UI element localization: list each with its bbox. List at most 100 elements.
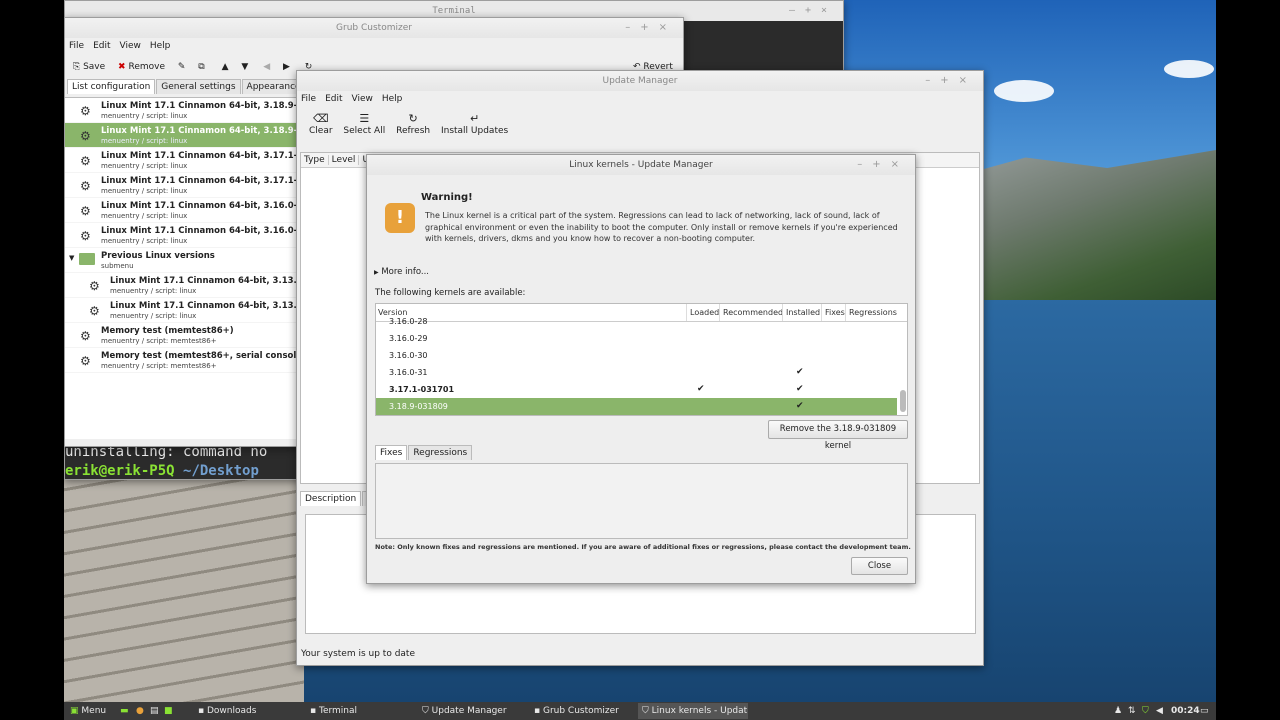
expander-icon: ▶ (374, 269, 379, 276)
remove-kernel-button[interactable]: Remove the 3.18.9-031809 kernel (768, 420, 908, 451)
table-row[interactable]: 3.17.1-031701 ✔ ✔ (376, 381, 897, 398)
kernel-version: 3.17.1-031701 (389, 385, 455, 394)
kernel-version: 3.18.9-031809 (389, 402, 448, 411)
prompt-user: erik@erik-P5Q (65, 463, 175, 479)
entry-type: menuentry / script: linux (101, 212, 188, 220)
refresh-button[interactable]: ↻ Refresh (396, 112, 430, 136)
more-info-expander[interactable]: ▶ More info... (374, 267, 429, 277)
terminal-launcher-icon[interactable]: ▤ (146, 703, 159, 719)
grub-icon: ▪ (534, 706, 541, 716)
move-down-icon[interactable]: ▼ (241, 62, 248, 72)
update-titlebar[interactable]: Update Manager –+× (297, 71, 983, 91)
clear-button[interactable]: ⌫ Clear (309, 112, 333, 136)
col-level[interactable]: Level (328, 155, 360, 165)
taskbar: ▣ Menu ▬ ● ▤ ■ ▪ Downloads ▪ Terminal ⛉ … (64, 702, 1216, 720)
terminal-output: uninstalling: command no erik@erik-P5Q ~… (65, 443, 267, 481)
kernels-titlebar[interactable]: Linux kernels - Update Manager –+× (367, 155, 915, 175)
col-type[interactable]: Type (301, 155, 329, 165)
select-all-button[interactable]: ☰ Select All (343, 112, 385, 136)
close-button[interactable]: Close (851, 557, 908, 575)
move-right-icon[interactable]: ▶ (283, 62, 290, 72)
menu-view[interactable]: View (120, 41, 141, 51)
kernels-dialog[interactable]: Linux kernels - Update Manager –+× ! Warn… (366, 154, 916, 584)
task-downloads[interactable]: ▪ Downloads (194, 703, 302, 719)
installed-check-icon: ✔ (796, 367, 804, 377)
gear-icon: ⚙ (80, 229, 91, 243)
menu-file[interactable]: File (301, 94, 316, 104)
terminal-title: Terminal (432, 6, 476, 16)
files-launcher-icon[interactable]: ■ (160, 703, 173, 719)
save-button[interactable]: ⎘ Save (73, 62, 105, 72)
task-update-manager[interactable]: ⛉ Update Manager (418, 703, 526, 719)
table-row[interactable]: 3.18.9-031809 ✔ (376, 398, 897, 415)
grub-titlebar[interactable]: Grub Customizer –+× (65, 18, 683, 38)
menu-view[interactable]: View (352, 94, 373, 104)
window-list-icon[interactable]: ▭ (1196, 703, 1209, 719)
cloud (994, 80, 1054, 102)
window-controls[interactable]: –+× (789, 1, 837, 21)
menu-button[interactable]: ▣ Menu (66, 703, 106, 719)
kernel-tabs: Fixes Regressions (375, 445, 473, 460)
save-icon: ⎘ (73, 62, 81, 72)
volume-icon[interactable]: ◀ (1152, 703, 1163, 719)
task-linux-kernels[interactable]: ⛉ Linux kernels - Updat... (638, 703, 748, 719)
entry-type: menuentry / script: linux (101, 162, 188, 170)
network-icon[interactable]: ⇅ (1124, 703, 1136, 719)
tab-description[interactable]: Description (300, 491, 362, 506)
tab-list-configuration[interactable]: List configuration (67, 79, 156, 94)
update-title: Update Manager (602, 76, 678, 86)
warning-icon: ! (385, 203, 415, 233)
kernel-list[interactable]: Version Loaded Recommended Installed Fix… (375, 303, 908, 416)
firefox-icon[interactable]: ● (132, 703, 144, 719)
terminal-icon: ▪ (310, 706, 317, 716)
kernel-version: 3.16.0-28 (389, 317, 428, 326)
folder-icon: ▪ (198, 706, 205, 716)
mint-logo-icon: ▣ (70, 706, 79, 716)
clock[interactable]: 00:24 (1167, 703, 1200, 719)
show-desktop-icon[interactable]: ▬ (116, 703, 129, 719)
window-controls[interactable]: –+× (857, 155, 909, 175)
kernel-version: 3.16.0-31 (389, 368, 428, 377)
window-controls[interactable]: –+× (625, 18, 677, 38)
menu-help[interactable]: Help (150, 41, 171, 51)
installed-check-icon: ✔ (796, 401, 804, 411)
kernel-version: 3.16.0-29 (389, 334, 428, 343)
menu-edit[interactable]: Edit (325, 94, 342, 104)
user-icon[interactable]: ♟ (1110, 703, 1122, 719)
update-shield-icon[interactable]: ⛉ (1138, 703, 1149, 719)
entry-type: menuentry / script: linux (101, 112, 188, 120)
install-updates-button[interactable]: ↵ Install Updates (441, 112, 508, 136)
tab-fixes[interactable]: Fixes (375, 445, 408, 460)
remove-icon: ✖ (118, 62, 126, 72)
rename-icon[interactable]: ⧉ (198, 62, 204, 72)
table-row[interactable]: 3.16.0-31 ✔ (376, 364, 897, 381)
remove-button[interactable]: ✖ Remove (118, 62, 165, 72)
loaded-check-icon: ✔ (697, 384, 705, 394)
tab-regressions[interactable]: Regressions (408, 445, 473, 460)
task-label: Update Manager (431, 706, 507, 716)
gear-icon: ⚙ (80, 329, 91, 343)
table-row[interactable]: 3.16.0-28 (376, 313, 897, 330)
wooden-pier (64, 470, 304, 702)
folder-icon (79, 253, 95, 265)
task-terminal[interactable]: ▪ Terminal (306, 703, 414, 719)
menu-help[interactable]: Help (382, 94, 403, 104)
tab-general-settings[interactable]: General settings (156, 79, 241, 94)
edit-icon[interactable]: ✎ (178, 62, 186, 72)
install-label: Install Updates (440, 126, 509, 136)
table-row[interactable]: 3.16.0-30 (376, 347, 897, 364)
window-controls[interactable]: –+× (925, 71, 977, 91)
task-grub-customizer[interactable]: ▪ Grub Customizer (530, 703, 634, 719)
move-left-icon[interactable]: ◀ (263, 62, 270, 72)
menu-file[interactable]: File (69, 41, 84, 51)
menu-edit[interactable]: Edit (93, 41, 110, 51)
refresh-icon: ↻ (408, 112, 418, 125)
scrollbar-thumb[interactable] (900, 390, 906, 412)
expander-icon[interactable]: ▼ (69, 254, 74, 262)
move-up-icon[interactable]: ▲ (222, 62, 229, 72)
task-label: Linux kernels - Updat... (651, 706, 748, 716)
grub-title: Grub Customizer (336, 23, 412, 33)
table-row[interactable]: 3.16.0-29 (376, 330, 897, 347)
cliff (944, 150, 1216, 300)
entry-type: menuentry / script: memtest86+ (101, 362, 217, 370)
